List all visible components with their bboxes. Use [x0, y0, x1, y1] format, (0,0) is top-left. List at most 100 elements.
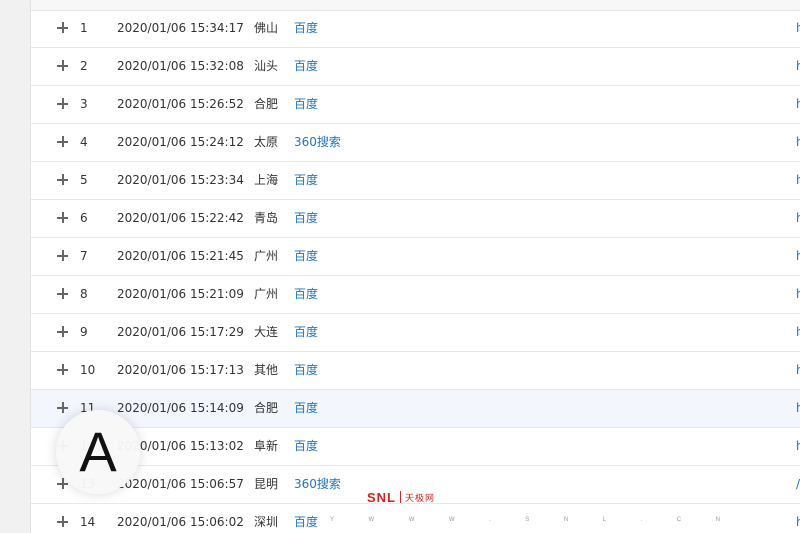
- visit-time: 2020/01/06 15:24:12: [117, 135, 244, 149]
- landing-url-link[interactable]: h: [796, 276, 800, 313]
- watermark-logo: SNL: [367, 489, 396, 505]
- visit-time: 2020/01/06 15:22:42: [117, 211, 244, 225]
- visitor-city: 上海: [254, 173, 279, 187]
- expand-row-plus-icon[interactable]: [57, 402, 69, 414]
- visit-time: 2020/01/06 15:06:57: [117, 477, 244, 491]
- landing-url-link[interactable]: h: [796, 48, 800, 85]
- referrer-source-link[interactable]: 百度: [294, 504, 318, 533]
- expand-row-plus-icon[interactable]: [57, 250, 69, 262]
- watermark-text: 天极网: [405, 492, 436, 503]
- referrer-source-link[interactable]: 百度: [294, 352, 318, 389]
- watermark-divider: [400, 491, 401, 503]
- row-index: 10: [80, 363, 96, 377]
- row-index: 7: [80, 249, 88, 263]
- visitor-city: 佛山: [254, 21, 279, 35]
- visit-time: 2020/01/06 15:14:09: [117, 401, 244, 415]
- visit-time: 2020/01/06 15:21:45: [117, 249, 244, 263]
- visitor-city: 广州: [254, 249, 279, 263]
- referrer-source-link[interactable]: 百度: [294, 10, 318, 47]
- table-row[interactable]: 8 2020/01/06 15:21:09 广州 百度 h: [31, 276, 800, 314]
- referrer-source-link[interactable]: 360搜索: [294, 124, 341, 161]
- row-index: 6: [80, 211, 88, 225]
- expand-row-plus-icon[interactable]: [57, 364, 69, 376]
- landing-url-link[interactable]: h: [796, 124, 800, 161]
- expand-row-plus-icon[interactable]: [57, 288, 69, 300]
- visit-time: 2020/01/06 15:34:17: [117, 21, 244, 35]
- expand-row-plus-icon[interactable]: [57, 60, 69, 72]
- expand-row-plus-icon[interactable]: [57, 174, 69, 186]
- landing-url-link[interactable]: h: [796, 200, 800, 237]
- row-index: 13: [80, 477, 96, 491]
- visitor-city: 大连: [254, 325, 279, 339]
- visitor-city: 太原: [254, 135, 279, 149]
- referrer-source-link[interactable]: 360搜索: [294, 466, 341, 503]
- visitor-city: 深圳: [254, 515, 279, 529]
- expand-row-plus-icon[interactable]: [57, 136, 69, 148]
- expand-row-plus-icon[interactable]: [57, 98, 69, 110]
- landing-url-link[interactable]: h: [796, 428, 800, 465]
- site-watermark: SNL 天极网: [367, 489, 435, 505]
- row-index: 3: [80, 97, 88, 111]
- table-row[interactable]: 10 2020/01/06 15:17:13 其他 百度 h: [31, 352, 800, 390]
- table-row[interactable]: 11 2020/01/06 15:14:09 合肥 百度 h: [31, 390, 800, 428]
- table-row[interactable]: 3 2020/01/06 15:26:52 合肥 百度 h: [31, 86, 800, 124]
- row-index: 4: [80, 135, 88, 149]
- row-index: 14: [80, 515, 96, 529]
- table-row[interactable]: 2 2020/01/06 15:32:08 汕头 百度 h: [31, 48, 800, 86]
- table-row[interactable]: 12 2020/01/06 15:13:02 阜新 百度 h: [31, 428, 800, 466]
- referrer-source-link[interactable]: 百度: [294, 86, 318, 123]
- referrer-source-link[interactable]: 百度: [294, 48, 318, 85]
- visitor-city: 广州: [254, 287, 279, 301]
- referrer-source-link[interactable]: 百度: [294, 238, 318, 275]
- landing-url-link[interactable]: h: [796, 238, 800, 275]
- landing-url-link[interactable]: h: [796, 504, 800, 533]
- referrer-source-link[interactable]: 百度: [294, 276, 318, 313]
- visit-time: 2020/01/06 15:13:02: [117, 439, 244, 453]
- expand-row-plus-icon[interactable]: [57, 440, 69, 452]
- row-index: 12: [80, 439, 96, 453]
- landing-url-link[interactable]: h: [796, 162, 800, 199]
- landing-url-link[interactable]: /: [796, 466, 800, 503]
- expand-row-plus-icon[interactable]: [57, 212, 69, 224]
- table-row[interactable]: 7 2020/01/06 15:21:45 广州 百度 h: [31, 238, 800, 276]
- referrer-source-link[interactable]: 百度: [294, 200, 318, 237]
- visit-time: 2020/01/06 15:06:02: [117, 515, 244, 529]
- landing-url-link[interactable]: h: [796, 352, 800, 389]
- table-row[interactable]: 4 2020/01/06 15:24:12 太原 360搜索 h: [31, 124, 800, 162]
- visit-time: 2020/01/06 15:17:29: [117, 325, 244, 339]
- expand-row-plus-icon[interactable]: [57, 478, 69, 490]
- visitor-city: 合肥: [254, 401, 279, 415]
- visit-time: 2020/01/06 15:26:52: [117, 97, 244, 111]
- row-index: 1: [80, 21, 88, 35]
- landing-url-link[interactable]: h: [796, 390, 800, 427]
- referrer-source-link[interactable]: 百度: [294, 390, 318, 427]
- row-index: 5: [80, 173, 88, 187]
- table-row[interactable]: 14 2020/01/06 15:06:02 深圳 百度 h: [31, 504, 800, 533]
- app-page: 1 2020/01/06 15:34:17 佛山 百度 h 2 2020/01/06 15:…: [0, 0, 800, 533]
- landing-url-link[interactable]: h: [796, 10, 800, 47]
- expand-row-plus-icon[interactable]: [57, 22, 69, 34]
- visitor-city: 汕头: [254, 59, 279, 73]
- visitor-city: 昆明: [254, 477, 279, 491]
- row-index: 9: [80, 325, 88, 339]
- expand-row-plus-icon[interactable]: [57, 516, 69, 528]
- referrer-source-link[interactable]: 百度: [294, 428, 318, 465]
- visit-time: 2020/01/06 15:32:08: [117, 59, 244, 73]
- row-index: 8: [80, 287, 88, 301]
- visit-log-panel: 1 2020/01/06 15:34:17 佛山 百度 h 2 2020/01/06 15:…: [30, 0, 800, 533]
- table-row[interactable]: 1 2020/01/06 15:34:17 佛山 百度 h: [31, 10, 800, 48]
- referrer-source-link[interactable]: 百度: [294, 162, 318, 199]
- row-index: 11: [80, 401, 96, 415]
- table-row[interactable]: 9 2020/01/06 15:17:29 大连 百度 h: [31, 314, 800, 352]
- landing-url-link[interactable]: h: [796, 86, 800, 123]
- landing-url-link[interactable]: h: [796, 314, 800, 351]
- visitor-city: 合肥: [254, 97, 279, 111]
- visitor-city: 青岛: [254, 211, 279, 225]
- visit-time: 2020/01/06 15:23:34: [117, 173, 244, 187]
- table-row[interactable]: 6 2020/01/06 15:22:42 青岛 百度 h: [31, 200, 800, 238]
- referrer-source-link[interactable]: 百度: [294, 314, 318, 351]
- table-row[interactable]: 5 2020/01/06 15:23:34 上海 百度 h: [31, 162, 800, 200]
- expand-row-plus-icon[interactable]: [57, 326, 69, 338]
- visit-time: 2020/01/06 15:17:13: [117, 363, 244, 377]
- visit-time: 2020/01/06 15:21:09: [117, 287, 244, 301]
